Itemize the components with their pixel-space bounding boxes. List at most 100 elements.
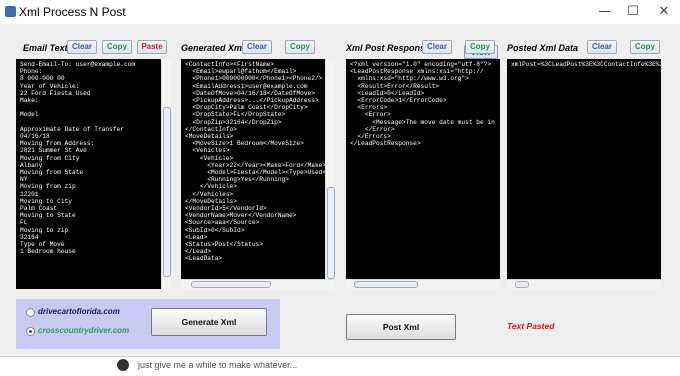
email-text-line: Send-Email-To: user@example.com	[20, 61, 136, 68]
email-text-line: FL	[20, 219, 28, 227]
generate-xml-button[interactable]: Generate Xml	[151, 308, 267, 336]
generated-xml-line: <DropZip>32164</DropZip>	[185, 118, 282, 126]
generated-xml-line: <EmailAddress1>user@example.com	[185, 82, 308, 90]
xml-post-response-line: </Error>	[350, 125, 395, 133]
generated-xml-line: <Email>ewparl@fathom</Email>	[185, 68, 297, 76]
email-text-line: Moving to zip	[20, 226, 69, 234]
xml-post-response-area[interactable]: <?xml version="1.0" encoding="utf-8"?> <L…	[346, 59, 500, 289]
posted-horizontal-scrollbar[interactable]	[507, 279, 661, 289]
generated-xml-line: <LeadData>	[185, 255, 223, 263]
xml-post-response-line: <ErrorCode>1</ErrorCode>	[350, 97, 447, 105]
generated-xml-line: </ContactInfo>	[185, 125, 237, 133]
email-scroll-thumb[interactable]	[163, 107, 171, 277]
generated-xml-line: </Vehicles>	[185, 190, 234, 198]
email-text-line: Moving from State	[20, 169, 84, 177]
status-text: Text Pasted	[507, 321, 555, 331]
close-button[interactable]: ✕	[648, 0, 680, 24]
xml-post-response-line: xmlns:xsd="http://www.w3.org">	[350, 75, 469, 83]
generated-xml-line: <DropState>FL</DropState>	[185, 111, 286, 119]
email-text-line	[20, 104, 135, 111]
email-copy-button[interactable]: Copy	[102, 40, 132, 54]
email-text-line: 12201	[20, 190, 39, 198]
xml-post-response-line: </Errors>	[350, 133, 391, 141]
response-clear-button[interactable]: Clear	[422, 40, 452, 54]
response-hscroll-thumb[interactable]	[354, 281, 418, 288]
maximize-button[interactable]: ☐	[617, 0, 649, 24]
generated-vertical-scrollbar[interactable]	[325, 59, 335, 280]
generated-clear-button[interactable]: Clear	[242, 40, 272, 54]
posted-xml-data-line: xmlPost=%3CLeadPost%3E%3CContactInfo%3E%…	[511, 61, 661, 68]
email-vertical-scrollbar[interactable]	[161, 59, 171, 289]
generated-xml-line: <Running>Yes</Running>	[185, 176, 289, 184]
generated-xml-line: <PickupAddress>...</PickupAddress>	[185, 97, 319, 105]
email-text-line: Moving to City	[20, 197, 72, 205]
xml-post-response-content: <?xml version="1.0" encoding="utf-8"?> <L…	[350, 61, 495, 147]
radio-drivecartoflorida[interactable]	[26, 308, 35, 317]
generated-xml-line: <Status>Post</Status>	[185, 241, 263, 249]
email-text-line: Moving from Address:	[20, 140, 95, 148]
generated-xml-line: <Phone1>000000000</Phone1><Phone2/>	[185, 75, 323, 83]
generated-xml-area[interactable]: <ContactInfo><FirstName> <Email>ewparl@f…	[181, 59, 335, 289]
radio-label-crosscountrydriver[interactable]: crosscountrydriver.com	[38, 326, 129, 335]
generated-xml-line: <VendorName>Mover</VendorName>	[185, 212, 297, 220]
xml-post-response-line: <?xml version="1.0" encoding="utf-8"?>	[350, 61, 492, 68]
posted-copy-button[interactable]: Copy	[630, 40, 660, 54]
xml-post-response-label: Xml Post Response	[346, 43, 431, 53]
posted-clear-button[interactable]: Clear	[587, 40, 617, 54]
background-text: just give me a while to make whatever...	[138, 360, 298, 370]
email-text-line: Palm Coast	[20, 205, 58, 213]
xml-post-response-line: <Errors>	[350, 104, 388, 112]
generated-xml-content: <ContactInfo><FirstName> <Email>ewparl@f…	[185, 61, 335, 263]
generated-xml-line: <Year>22</Year><Make>Ford</Make>	[185, 161, 327, 169]
radio-label-drivecartoflorida[interactable]: drivecartoflorida.com	[38, 307, 120, 316]
email-text-line: Make:	[20, 97, 39, 105]
email-text-line: Year of Vehicle:	[20, 82, 80, 90]
email-text-line: Albany	[20, 161, 43, 169]
generated-xml-line: </Vehicle>	[185, 183, 237, 191]
generated-xml-line: <DateOfMove>04/16/18</DateOfMove>	[185, 89, 315, 97]
email-text-line: 04/16/18	[20, 133, 50, 141]
generated-copy-button[interactable]: Copy	[285, 40, 315, 54]
email-text-line: 8 000-000 00	[20, 75, 65, 83]
generated-xml-line: <DropCity>Palm Coast</DropCity>	[185, 104, 308, 112]
generated-xml-line: </MoveDetails>	[185, 197, 237, 205]
response-copy-button[interactable]: Copy	[465, 40, 495, 54]
generated-xml-line: <MoveDetails>	[185, 133, 234, 141]
posted-hscroll-thumb[interactable]	[515, 281, 529, 288]
email-text-line: Approximate Date of Transfer	[20, 125, 124, 133]
email-text-content: Send-Email-To: user@example.com Phone: 8 0…	[20, 61, 135, 255]
email-text-line: Moving from zip	[20, 183, 76, 191]
email-text-line: Type of Move	[20, 241, 65, 249]
xml-post-response-line: <LeadId>0</LeadId>	[350, 89, 425, 97]
app-icon	[5, 6, 16, 17]
generated-xml-line: <Vehicle>	[185, 154, 234, 162]
generated-scroll-thumb[interactable]	[327, 187, 335, 279]
email-text-line: 2821 Summer St Ave	[20, 147, 87, 155]
generated-xml-line: <Model>Fiesta</Model><Type>Used</Type>	[185, 169, 335, 177]
email-text-line: 22 Ford Fiesta Used	[20, 89, 91, 97]
email-text-line: Moving from City	[20, 154, 80, 162]
xml-post-response-line: <Message>The move date must be in	[350, 118, 495, 126]
generated-xml-line: </Lead>	[185, 248, 211, 256]
response-horizontal-scrollbar[interactable]	[346, 279, 500, 289]
radio-crosscountrydriver[interactable]	[26, 327, 35, 336]
posted-xml-data-content: xmlPost=%3CLeadPost%3E%3CContactInfo%3E%…	[511, 61, 661, 68]
window-title: Xml Process N Post	[19, 5, 126, 19]
avatar-icon	[117, 359, 129, 371]
post-xml-button[interactable]: Post Xml	[346, 314, 456, 340]
email-clear-button[interactable]: Clear	[67, 40, 97, 54]
email-paste-button[interactable]: Paste	[137, 40, 167, 54]
email-text-label: Email Text	[23, 43, 68, 53]
email-text-area[interactable]: Send-Email-To: user@example.com Phone: 8 0…	[16, 59, 171, 289]
main-panel: View Email Text Clear Copy Paste Send-Em…	[0, 24, 680, 370]
email-text-line: 32164	[20, 233, 39, 241]
xml-post-response-line: <Error>	[350, 111, 391, 119]
posted-xml-data-area[interactable]: xmlPost=%3CLeadPost%3E%3CContactInfo%3E%…	[507, 59, 661, 289]
generated-horizontal-scrollbar[interactable]	[181, 279, 335, 289]
email-text-line: Model	[20, 111, 39, 119]
generated-xml-line: <Vehicles>	[185, 147, 230, 155]
generated-xml-line: <SubId>0</SubId>	[185, 226, 245, 234]
email-text-line: 1 Bedroom house	[20, 248, 76, 256]
generated-hscroll-thumb[interactable]	[191, 281, 271, 288]
generated-xml-line: <MoveSize>1 Bedroom</MoveSize>	[185, 140, 304, 148]
